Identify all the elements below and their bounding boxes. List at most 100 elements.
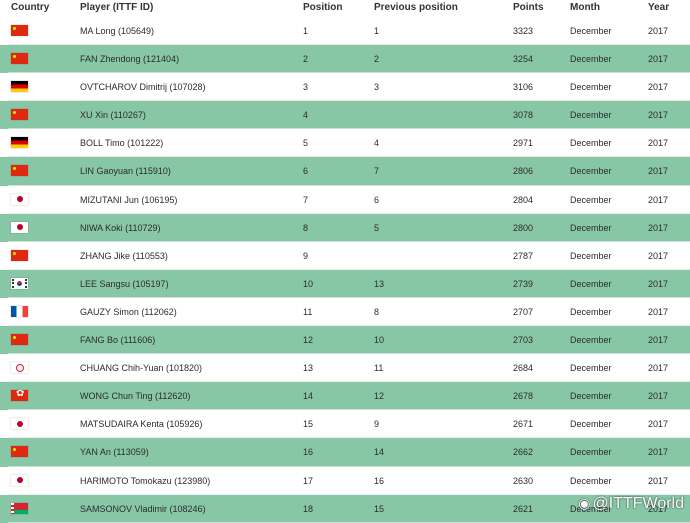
year-value: 2017	[648, 419, 669, 430]
year-value: 2017	[648, 82, 669, 93]
position-value: 11	[303, 306, 313, 317]
points-value: 2707	[513, 306, 534, 317]
previous-position-value: 7	[374, 166, 380, 177]
table-row[interactable]: OVTCHAROV Dimitrij (107028) 3 3 3106 Decembe…	[0, 73, 690, 102]
month-value: December	[570, 278, 612, 289]
flag-cn-icon	[11, 446, 28, 458]
month-value: December	[570, 82, 612, 93]
table-row[interactable]: GAUZY Simon (112062) 11 8 2707 December 2017	[0, 297, 690, 327]
points-value: 2804	[513, 194, 534, 205]
points-value: 2787	[513, 250, 534, 261]
year-value: 2017	[648, 250, 669, 261]
year-value: 2017	[648, 138, 669, 149]
position-value: 14	[303, 391, 314, 402]
points-value: 2621	[513, 503, 534, 514]
points-value: 2806	[513, 166, 534, 177]
month-value: December	[570, 447, 612, 458]
table-row[interactable]: YAN An (113059) 16 14 2662 December 2017	[0, 438, 690, 467]
flag-jp-icon	[11, 221, 28, 233]
points-value: 3078	[513, 110, 534, 121]
player-name: MATSUDAIRA Kenta (105926)	[80, 419, 203, 430]
previous-position-value: 3	[374, 82, 380, 93]
ranking-table: Country Player (ITTF ID) Position Previo…	[0, 0, 690, 523]
table-row[interactable]: ZHANG Jike (110553) 9 2787 December 2017	[0, 241, 690, 270]
table-row[interactable]: HARIMOTO Tomokazu (123980) 17 16 2630 Decemb…	[0, 466, 690, 495]
table-row[interactable]: CHUANG Chih-Yuan (101820) 13 11 2684 Decembe…	[0, 354, 690, 383]
flag-fr-icon	[11, 305, 28, 317]
player-name: WONG Chun Ting (112620)	[80, 391, 191, 402]
flag-hk-icon	[11, 390, 28, 402]
table-row[interactable]: WONG Chun Ting (112620) 14 12 2678 December 2…	[0, 382, 690, 411]
position-value: 9	[303, 250, 309, 261]
flag-cn-icon	[11, 25, 28, 36]
flag-cn-icon	[11, 249, 28, 261]
table-row[interactable]: BOLL Timo (101222) 5 4 2971 December 2017	[0, 129, 690, 158]
player-name: CHUANG Chih-Yuan (101820)	[80, 363, 203, 374]
flag-blr-icon	[11, 502, 28, 514]
position-value: 5	[303, 138, 309, 149]
previous-position-value: 8	[374, 306, 380, 317]
year-value: 2017	[648, 194, 669, 205]
player-name: HARIMOTO Tomokazu (123980)	[80, 475, 211, 486]
points-value: 2662	[513, 447, 534, 458]
position-value: 4	[303, 110, 309, 121]
year-value: 2017	[648, 447, 669, 458]
month-value: December	[570, 419, 612, 430]
month-value: December	[570, 250, 612, 261]
position-value: 6	[303, 166, 309, 177]
table-row[interactable]: FANG Bo (111606) 12 10 2703 December 2017	[0, 326, 690, 355]
header-player[interactable]: Player (ITTF ID)	[80, 2, 153, 13]
player-name: MA Long (105649)	[80, 26, 155, 36]
header-points[interactable]: Points	[513, 2, 544, 13]
previous-position-value: 11	[374, 363, 384, 374]
player-name: FANG Bo (111606)	[80, 335, 156, 346]
header-year[interactable]: Year	[648, 2, 669, 13]
flag-cn-icon	[11, 334, 28, 346]
header-position[interactable]: Position	[303, 2, 342, 13]
table-row[interactable]: MATSUDAIRA Kenta (105926) 15 9 2671 December…	[0, 410, 690, 439]
month-value: December	[570, 138, 612, 149]
month-value: December	[570, 475, 612, 486]
table-row[interactable]: LIN Gaoyuan (115910) 6 7 2806 December 2017	[0, 157, 690, 186]
year-value: 2017	[648, 475, 669, 486]
player-name: OVTCHAROV Dimitrij (107028)	[80, 82, 206, 93]
table-row[interactable]: FAN Zhendong (121404) 2 2 3254 December 2017	[0, 45, 690, 74]
table-row[interactable]: LEE Sangsu (105197) 10 13 2739 December 2017	[0, 269, 690, 298]
month-value: December	[570, 110, 612, 121]
player-name: ZHANG Jike (110553)	[80, 250, 168, 261]
month-value: December	[570, 335, 612, 346]
position-value: 17	[303, 475, 314, 486]
watermark: ◉ @ITTFWorld	[578, 495, 684, 513]
player-name: XU Xin (110267)	[80, 110, 146, 121]
points-value: 2630	[513, 475, 534, 486]
points-value: 2703	[513, 335, 534, 346]
previous-position-value: 10	[374, 335, 385, 346]
flag-de-icon	[11, 81, 28, 93]
player-name: GAUZY Simon (112062)	[80, 306, 177, 317]
table-row[interactable]: XU Xin (110267) 4 3078 December 2017	[0, 101, 690, 130]
previous-position-value: 15	[374, 503, 385, 514]
month-value: December	[570, 26, 612, 36]
table-row[interactable]: MA Long (105649) 1 1 3323 December 2017	[0, 17, 690, 46]
points-value: 2684	[513, 363, 534, 374]
flag-jp-icon	[11, 418, 28, 430]
month-value: December	[570, 166, 612, 177]
table-row[interactable]: MIZUTANI Jun (106195) 7 6 2804 December 2017	[0, 185, 690, 214]
month-value: December	[570, 54, 612, 65]
year-value: 2017	[648, 391, 669, 402]
header-previous-position[interactable]: Previous position	[374, 2, 458, 13]
points-value: 3323	[513, 26, 534, 36]
previous-position-value: 6	[374, 194, 380, 205]
previous-position-value: 5	[374, 222, 380, 233]
position-value: 3	[303, 82, 309, 93]
points-value: 2800	[513, 222, 534, 233]
player-name: MIZUTANI Jun (106195)	[80, 194, 178, 205]
flag-jp-icon	[11, 474, 28, 486]
year-value: 2017	[648, 26, 669, 36]
flag-jp-icon	[11, 193, 28, 205]
position-value: 16	[303, 447, 314, 458]
header-country[interactable]: Country	[11, 2, 49, 13]
header-month[interactable]: Month	[570, 2, 600, 13]
flag-tpe-icon	[11, 362, 28, 374]
table-row[interactable]: NIWA Koki (110729) 8 5 2800 December 2017	[0, 213, 690, 242]
